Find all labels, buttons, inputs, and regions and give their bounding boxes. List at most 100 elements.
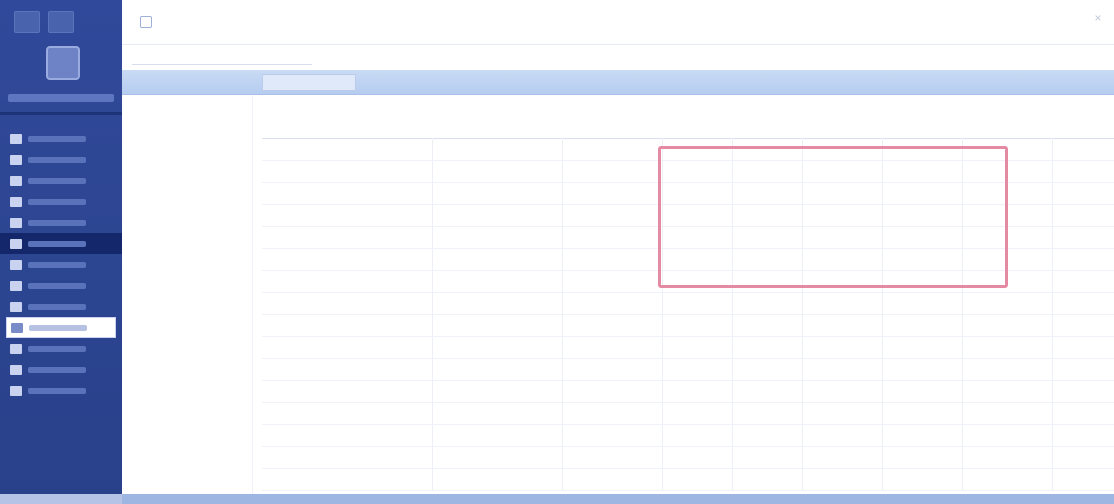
sidebar-item[interactable] [0, 149, 122, 170]
table-cell [1012, 364, 1052, 374]
sidebar-item[interactable] [0, 296, 122, 317]
table-cell [377, 320, 447, 330]
table-row[interactable] [262, 293, 1114, 315]
column-header[interactable] [922, 122, 962, 134]
column-header[interactable] [1072, 122, 1112, 134]
table-cell [463, 254, 533, 264]
table-cell [1072, 408, 1112, 418]
doc-icon [10, 133, 22, 144]
table-cell [696, 474, 736, 484]
table-row[interactable] [262, 381, 1114, 403]
menu-icon[interactable] [14, 11, 40, 33]
table-cell [1012, 342, 1052, 352]
sidebar-item[interactable] [6, 317, 116, 338]
table-cell [762, 298, 802, 308]
tab-second-field[interactable] [262, 74, 356, 91]
table-cell [377, 408, 447, 418]
table-cell [1012, 144, 1052, 154]
window-icon [140, 16, 152, 28]
table-row[interactable] [262, 469, 1114, 491]
table-row[interactable] [262, 337, 1114, 359]
table-cell [622, 166, 662, 176]
column-header[interactable] [377, 122, 447, 134]
table-row[interactable] [262, 403, 1114, 425]
table-cell [622, 144, 662, 154]
table-cell [1012, 386, 1052, 396]
table-row[interactable] [262, 315, 1114, 337]
table-cell [1072, 166, 1112, 176]
table-cell [762, 408, 802, 418]
table-cell [762, 320, 802, 330]
table-row[interactable] [262, 359, 1114, 381]
table-cell [463, 386, 533, 396]
main-content: × [122, 0, 1114, 504]
doc-icon [10, 217, 22, 228]
table-cell [622, 342, 662, 352]
table-cell [377, 276, 447, 286]
table-cell [762, 342, 802, 352]
table-cell [622, 254, 662, 264]
table-cell [1072, 210, 1112, 220]
table-cell [377, 364, 447, 374]
table-cell [622, 276, 662, 286]
table-cell [377, 188, 447, 198]
doc-icon [10, 259, 22, 270]
column-header[interactable] [696, 122, 736, 134]
table-cell [622, 474, 662, 484]
table-cell [922, 474, 962, 484]
sidebar-item-label [28, 387, 86, 394]
sidebar-footer [0, 494, 122, 504]
sidebar-item-label [28, 177, 86, 184]
column-header[interactable] [1012, 122, 1052, 134]
table-cell [1072, 430, 1112, 440]
table-cell [622, 364, 662, 374]
table-cell [696, 430, 736, 440]
table-cell [842, 386, 882, 396]
table-row[interactable] [262, 425, 1114, 447]
column-header[interactable] [463, 122, 533, 134]
table-cell [842, 408, 882, 418]
table-cell [463, 232, 533, 242]
sidebar-item-label [28, 261, 86, 268]
table-cell [377, 166, 447, 176]
table-cell [463, 408, 533, 418]
sidebar-item[interactable] [0, 275, 122, 296]
sidebar-item-label [28, 366, 86, 373]
sidebar-item[interactable] [0, 233, 122, 254]
table-row[interactable] [262, 447, 1114, 469]
table-cell [1012, 188, 1052, 198]
table-cell [842, 298, 882, 308]
table-cell [463, 188, 533, 198]
sidebar-item[interactable] [0, 170, 122, 191]
table-cell [463, 210, 533, 220]
table-cell [762, 474, 802, 484]
table-cell [377, 210, 447, 220]
table-cell [842, 364, 882, 374]
sidebar-item[interactable] [0, 212, 122, 233]
column-header[interactable] [842, 122, 882, 134]
sidebar-item[interactable] [0, 254, 122, 275]
table-cell [1012, 298, 1052, 308]
column-header[interactable] [622, 122, 662, 134]
table-cell [762, 430, 802, 440]
sidebar-item[interactable] [0, 380, 122, 401]
sidebar-item-label [28, 303, 86, 310]
close-icon[interactable]: × [1092, 12, 1104, 24]
table-cell [463, 342, 533, 352]
column-header[interactable] [762, 122, 802, 134]
avatar[interactable] [46, 46, 80, 80]
table-cell [1012, 210, 1052, 220]
sidebar-item-label [28, 282, 86, 289]
table-cell [1072, 298, 1112, 308]
grid-icon[interactable] [48, 11, 74, 33]
sidebar-item[interactable] [0, 191, 122, 212]
table-cell [1072, 364, 1112, 374]
sidebar-item[interactable] [0, 128, 122, 149]
table-cell [922, 320, 962, 330]
sidebar-item-label [28, 198, 86, 205]
sidebar-item[interactable] [0, 338, 122, 359]
doc-icon [10, 238, 22, 249]
sidebar [0, 0, 122, 504]
sidebar-item[interactable] [0, 359, 122, 380]
table-cell [463, 276, 533, 286]
